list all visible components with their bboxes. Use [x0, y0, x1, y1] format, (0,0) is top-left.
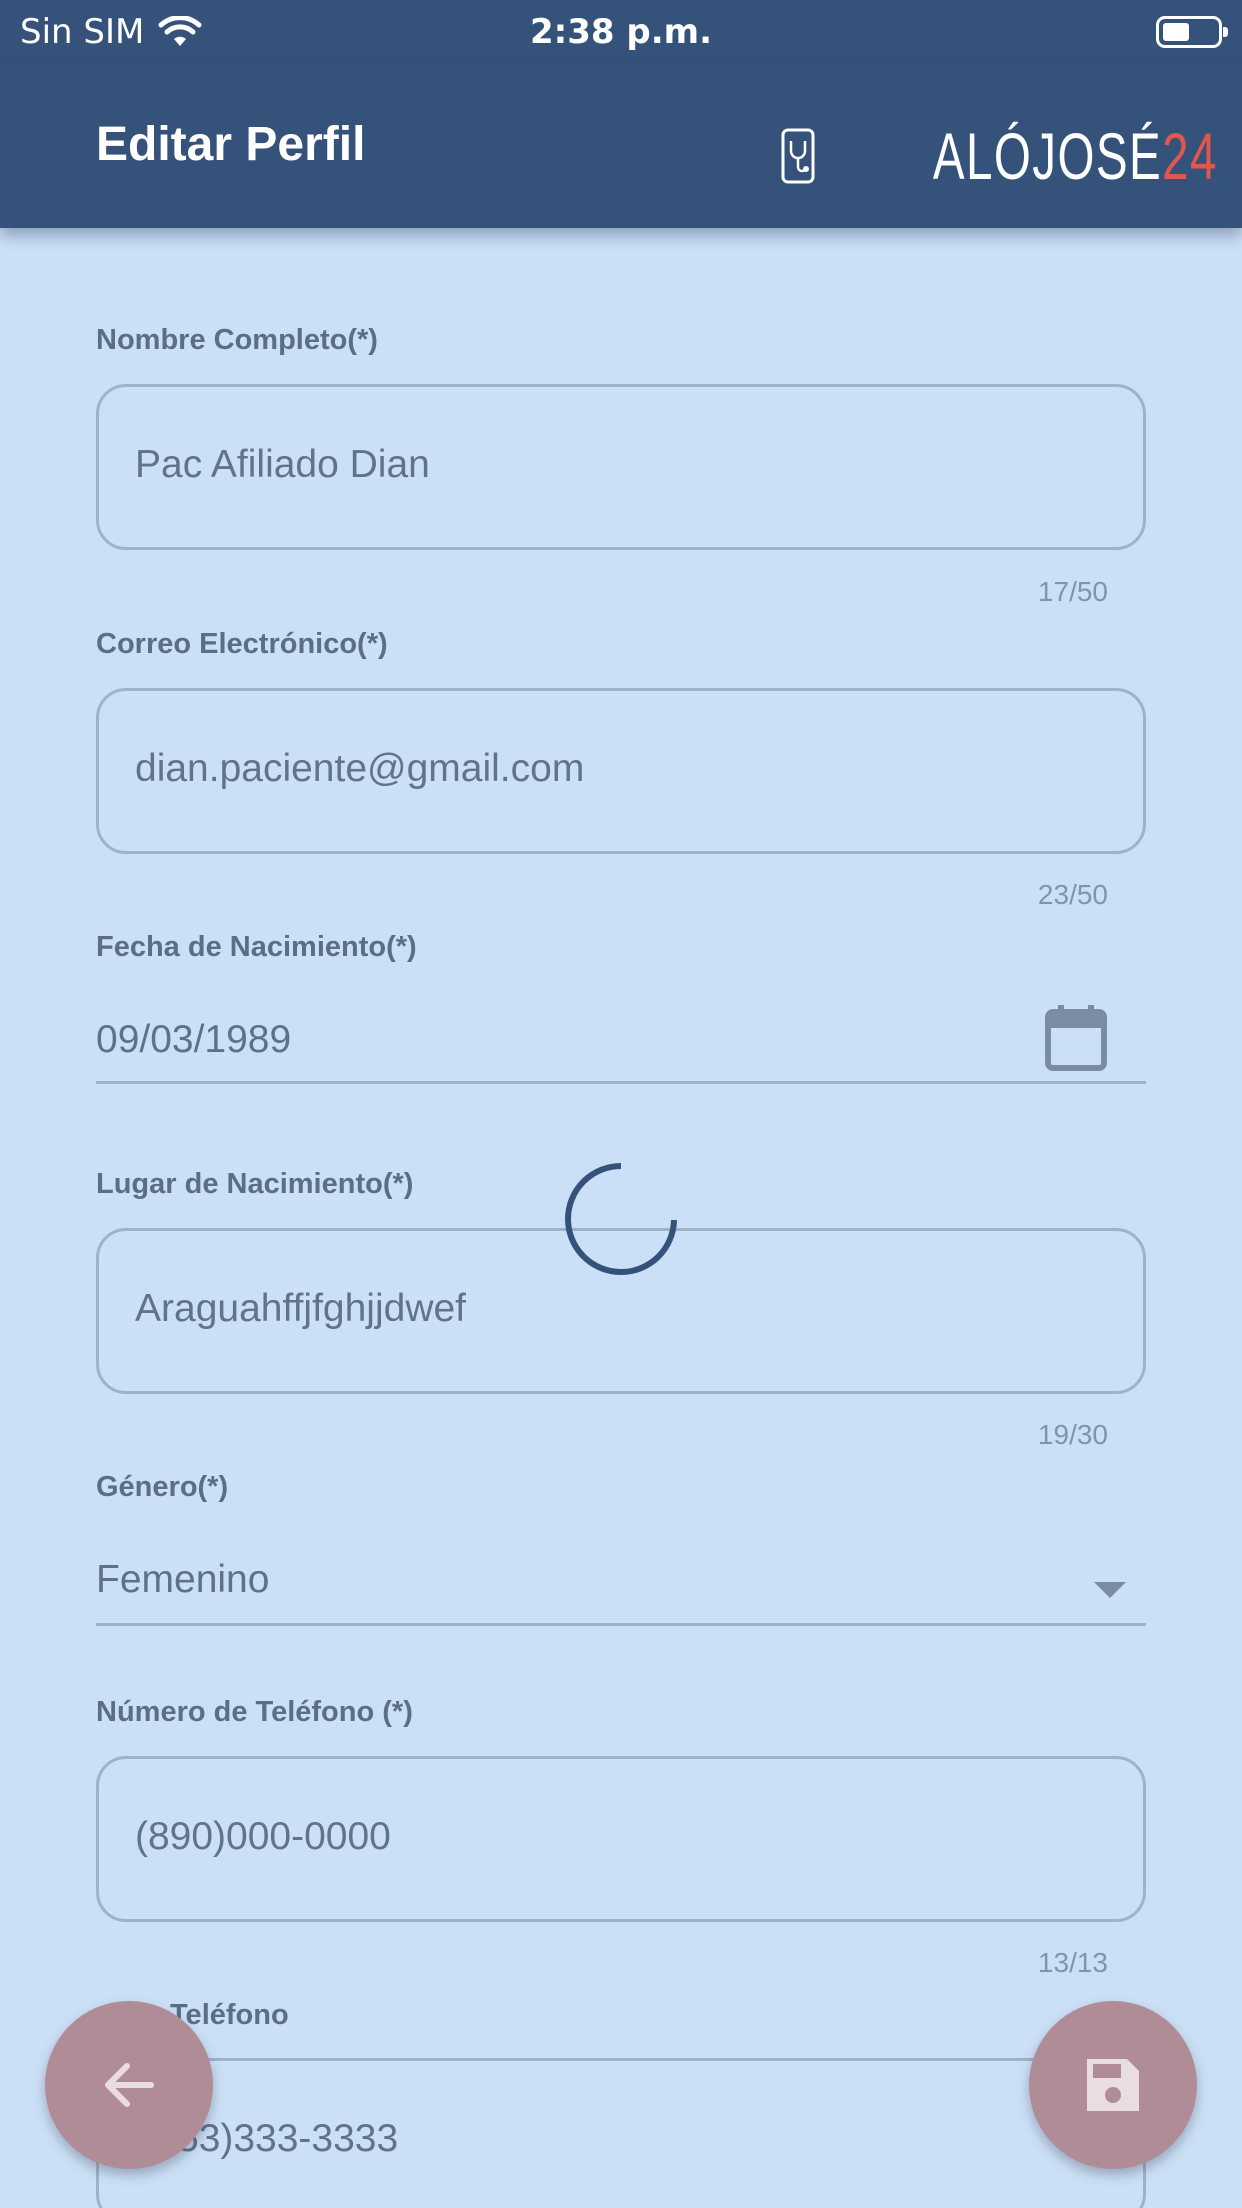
back-button[interactable]	[45, 2001, 213, 2169]
birth-place-label: Lugar de Nacimiento(*)	[96, 1168, 414, 1200]
gender-label: Género(*)	[96, 1471, 229, 1503]
full-name-counter: 17/50	[1037, 576, 1108, 607]
phone-input[interactable]: (890)000-0000	[96, 1756, 1146, 1922]
phone-stethoscope-icon	[781, 128, 815, 184]
full-name-input[interactable]: Pac Afiliado Dian	[96, 384, 1146, 550]
arrow-left-icon	[105, 2063, 154, 2107]
phone-label: Número de Teléfono (*)	[96, 1696, 413, 1728]
full-name-label: Nombre Completo(*)	[96, 324, 378, 356]
spinner-icon	[565, 1163, 677, 1275]
dropdown-arrow-icon	[1094, 1582, 1126, 1598]
floppy-disk-icon	[1087, 2059, 1139, 2111]
save-button[interactable]	[1029, 2001, 1197, 2169]
logo-wordmark: ALÓJOSÉ24	[932, 119, 1218, 193]
other-phone-input[interactable]: 53)333-3333	[96, 2058, 1146, 2208]
birth-place-counter: 19/30	[1037, 1419, 1108, 1450]
email-label: Correo Electrónico(*)	[96, 628, 388, 660]
email-input[interactable]: dian.paciente@gmail.com	[96, 688, 1146, 854]
birth-place-value: Araguahffjfghjjdwef	[135, 1287, 467, 1330]
email-counter: 23/50	[1037, 879, 1108, 910]
battery-icon	[1156, 16, 1228, 48]
phone-value: (890)000-0000	[135, 1815, 391, 1858]
calendar-icon[interactable]	[1044, 1004, 1108, 1072]
page-title: Editar Perfil	[96, 118, 366, 171]
other-phone-value: 53)333-3333	[177, 2117, 399, 2160]
gender-select[interactable]: Femenino	[96, 1518, 1146, 1626]
phone-counter: 13/13	[1037, 1947, 1108, 1978]
birth-date-value: 09/03/1989	[96, 1018, 292, 1061]
brand-logo: ALÓJOSÉ24	[780, 118, 1218, 194]
email-value: dian.paciente@gmail.com	[135, 747, 585, 790]
gender-value: Femenino	[96, 1558, 270, 1601]
status-time: 2:38 p.m.	[529, 12, 712, 52]
birth-date-label: Fecha de Nacimiento(*)	[96, 931, 417, 963]
app-bar: Editar Perfil ALÓJOSÉ24	[0, 62, 1242, 228]
full-name-value: Pac Afiliado Dian	[135, 443, 430, 486]
birth-date-field[interactable]: 09/03/1989	[96, 978, 1146, 1084]
status-bar: Sin SIM 2:38 p.m.	[0, 0, 1242, 62]
